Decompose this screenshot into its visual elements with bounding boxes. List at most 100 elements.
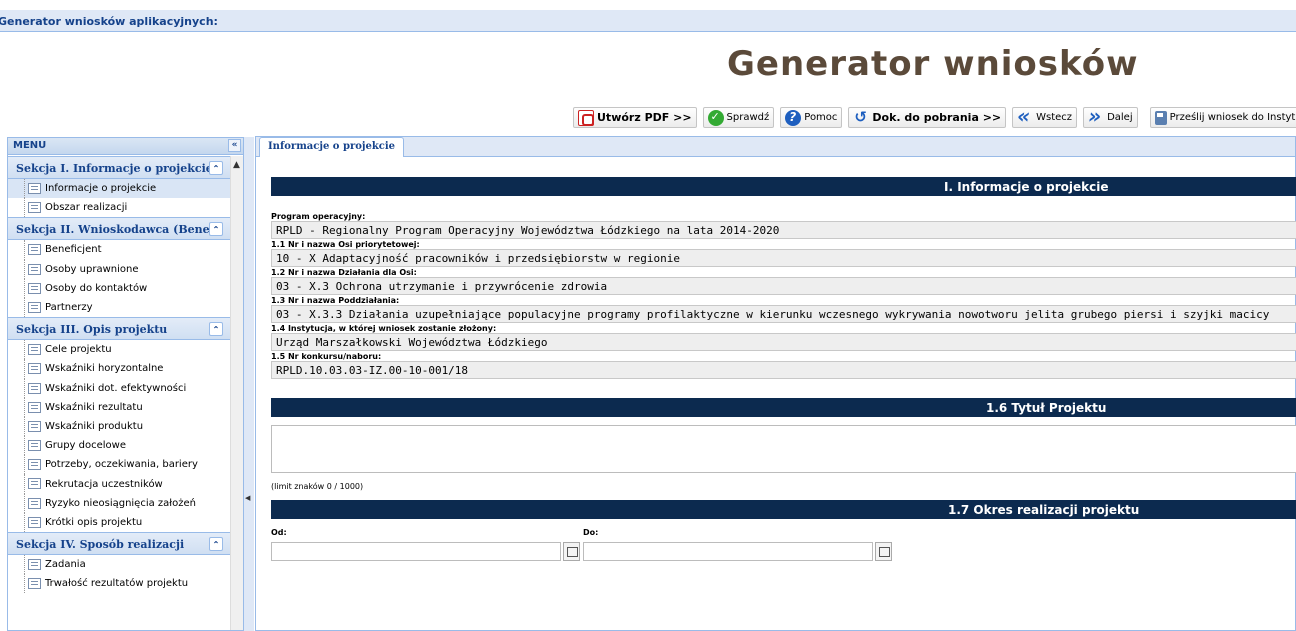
check-button[interactable]: Sprawdź [702,107,775,128]
menu-item-ryzyko[interactable]: Ryzyko nieosiągnięcia założeń [8,493,231,514]
date-from-input[interactable] [271,542,561,561]
help-label: Pomoc [804,112,838,123]
form-icon [28,578,41,590]
back-label: Wstecz [1036,112,1073,123]
collapse-menu-button[interactable]: « [228,139,241,152]
form-icon [28,202,41,214]
section-header-text: I. Informacje o projekcie [944,180,1109,194]
collapse-left-icon[interactable]: ◀ [245,494,250,502]
form-icon [28,344,41,356]
tab-informacje-o-projekcie[interactable]: Informacje o projekcie [259,137,405,157]
menu-item-informacje-o-projekcie[interactable]: Informacje o projekcie [8,179,231,199]
collapse-section-icon[interactable]: ⌃ [209,222,223,237]
section-2-header[interactable]: Sekcja II. Wnioskodawca (Bene... ⌃ [8,217,231,241]
menu-item-wskazniki-rezultatu[interactable]: Wskaźniki rezultatu [8,397,231,418]
menu-item-rekrutacja[interactable]: Rekrutacja uczestników [8,474,231,494]
menu-item-grupy-docelowe[interactable]: Grupy docelowe [8,436,231,456]
menu-item-zadania[interactable]: Zadania [8,555,231,575]
menu-item-wskazniki-produktu[interactable]: Wskaźniki produktu [8,416,231,437]
menu-item-label: Rekrutacja uczestników [45,478,163,490]
form-icon [28,363,41,375]
menu-item-label: Osoby do kontaktów [45,282,148,294]
panel-splitter[interactable]: ◀ [244,137,254,631]
project-info-form: I. Informacje o projekcie Program operac… [271,177,1296,568]
project-title-textarea[interactable] [271,425,1296,473]
double-left-arrow-icon [1017,104,1033,128]
collapse-section-icon[interactable]: ⌃ [209,537,223,551]
menu-scrollbar[interactable]: ▲ [230,156,243,630]
menu-item-label: Beneficjent [45,244,102,256]
konkurs-label: 1.5 Nr konkursu/naboru: [271,352,382,361]
tab-strip: Informacje o projekcie [256,137,1295,157]
page-title: Generator wniosków [727,44,1139,84]
date-to-input[interactable] [583,542,873,561]
back-button[interactable]: Wstecz [1012,104,1078,128]
section-title: Sekcja I. Informacje o projekcie [16,162,213,175]
form-icon [28,301,41,313]
documents-download-button[interactable]: Dok. do pobrania >> [848,107,1007,128]
collapse-section-icon[interactable]: ⌃ [209,322,223,337]
app-header-bar: Generator wniosków aplikacyjnych: [0,10,1296,32]
menu-item-label: Wskaźniki rezultatu [45,401,143,413]
form-icon [28,559,41,570]
download-icon [853,108,869,126]
section-title: Sekcja III. Opis projektu [16,323,168,337]
menu-item-trwalosc[interactable]: Trwałość rezultatów projektu [8,574,231,594]
section-1-header[interactable]: Sekcja I. Informacje o projekcie ⌃ [8,156,231,179]
menu-item-osoby-do-kontaktow[interactable]: Osoby do kontaktów [8,278,231,299]
menu-item-label: Grupy docelowe [45,440,126,452]
help-button[interactable]: Pomoc [780,107,843,128]
menu-item-potrzeby[interactable]: Potrzeby, oczekiwania, bariery [8,455,231,475]
create-pdf-button[interactable]: Utwórz PDF >> [573,107,697,128]
next-label: Dalej [1107,112,1133,123]
menu-item-label: Trwałość rezultatów projektu [45,578,189,590]
char-limit: (limit znaków 0 / 1000) [271,482,364,491]
menu-item-wskazniki-efektywnosci[interactable]: Wskaźniki dot. efektywności [8,378,231,398]
os-label: 1.1 Nr i nazwa Osi priorytetowej: [271,240,420,249]
double-right-arrow-icon [1088,104,1104,128]
calendar-icon[interactable] [875,542,892,561]
section-header-period: 1.7 Okres realizacji projektu [271,500,1296,519]
section-title: Sekcja IV. Sposób realizacji [16,538,185,551]
form-icon [28,478,41,490]
scroll-up-icon[interactable]: ▲ [233,160,240,170]
form-icon [28,440,41,452]
menu-item-label: Wskaźniki dot. efektywności [45,382,187,394]
form-icon [28,244,41,256]
menu-item-cele-projektu[interactable]: Cele projektu [8,340,231,360]
menu-item-partnerzy[interactable]: Partnerzy [8,297,231,318]
form-icon [28,420,41,432]
konkurs-field: RPLD.10.03.03-IZ.00-10-001/18 [271,361,1296,379]
form-icon [28,382,41,394]
collapse-section-icon[interactable]: ⌃ [209,161,223,175]
section-3-header[interactable]: Sekcja III. Opis projektu ⌃ [8,317,231,341]
instytucja-field: Urząd Marszałkowski Województwa Łódzkieg… [271,333,1296,351]
menu-item-label: Wskaźniki horyzontalne [45,363,164,375]
poddzialanie-field: 03 - X.3.3 Działania uzupełniające popul… [271,305,1296,323]
menu-item-label: Partnerzy [45,302,93,314]
menu-item-beneficjent[interactable]: Beneficjent [8,240,231,260]
menu-item-osoby-uprawnione[interactable]: Osoby uprawnione [8,259,231,279]
section-4-header[interactable]: Sekcja IV. Sposób realizacji ⌃ [8,532,231,555]
check-label: Sprawdź [726,112,770,123]
menu-item-label: Ryzyko nieosiągnięcia założeń [45,497,196,509]
form-icon [28,459,41,471]
form-icon [28,516,41,528]
menu-item-label: Cele projektu [45,344,112,356]
menu-item-krotki-opis[interactable]: Krótki opis projektu [8,512,231,533]
menu-item-label: Krótki opis projektu [45,516,143,528]
send-to-institution-button[interactable]: Prześlij wniosek do Instytucji [1149,107,1296,128]
calendar-icon[interactable] [563,542,580,561]
dzialanie-field: 03 - X.3 Ochrona utrzymanie i przywrócen… [271,277,1296,295]
menu-item-wskazniki-horyzontalne[interactable]: Wskaźniki horyzontalne [8,359,231,379]
menu-item-label: Informacje o projekcie [45,183,157,195]
instytucja-label: 1.4 Instytucja, w której wniosek zostani… [271,324,497,333]
menu-title: MENU [13,140,47,151]
section-title: Sekcja II. Wnioskodawca (Bene... [16,223,222,237]
menu-item-obszar-realizacji[interactable]: Obszar realizacji [8,198,231,218]
next-button[interactable]: Dalej [1083,104,1138,128]
pdf-icon [578,109,594,126]
form-icon [28,282,41,294]
menu-item-label: Wskaźniki produktu [45,420,144,432]
toolbar: Utwórz PDF >> Sprawdź Pomoc Dok. do pobr… [573,104,1296,129]
